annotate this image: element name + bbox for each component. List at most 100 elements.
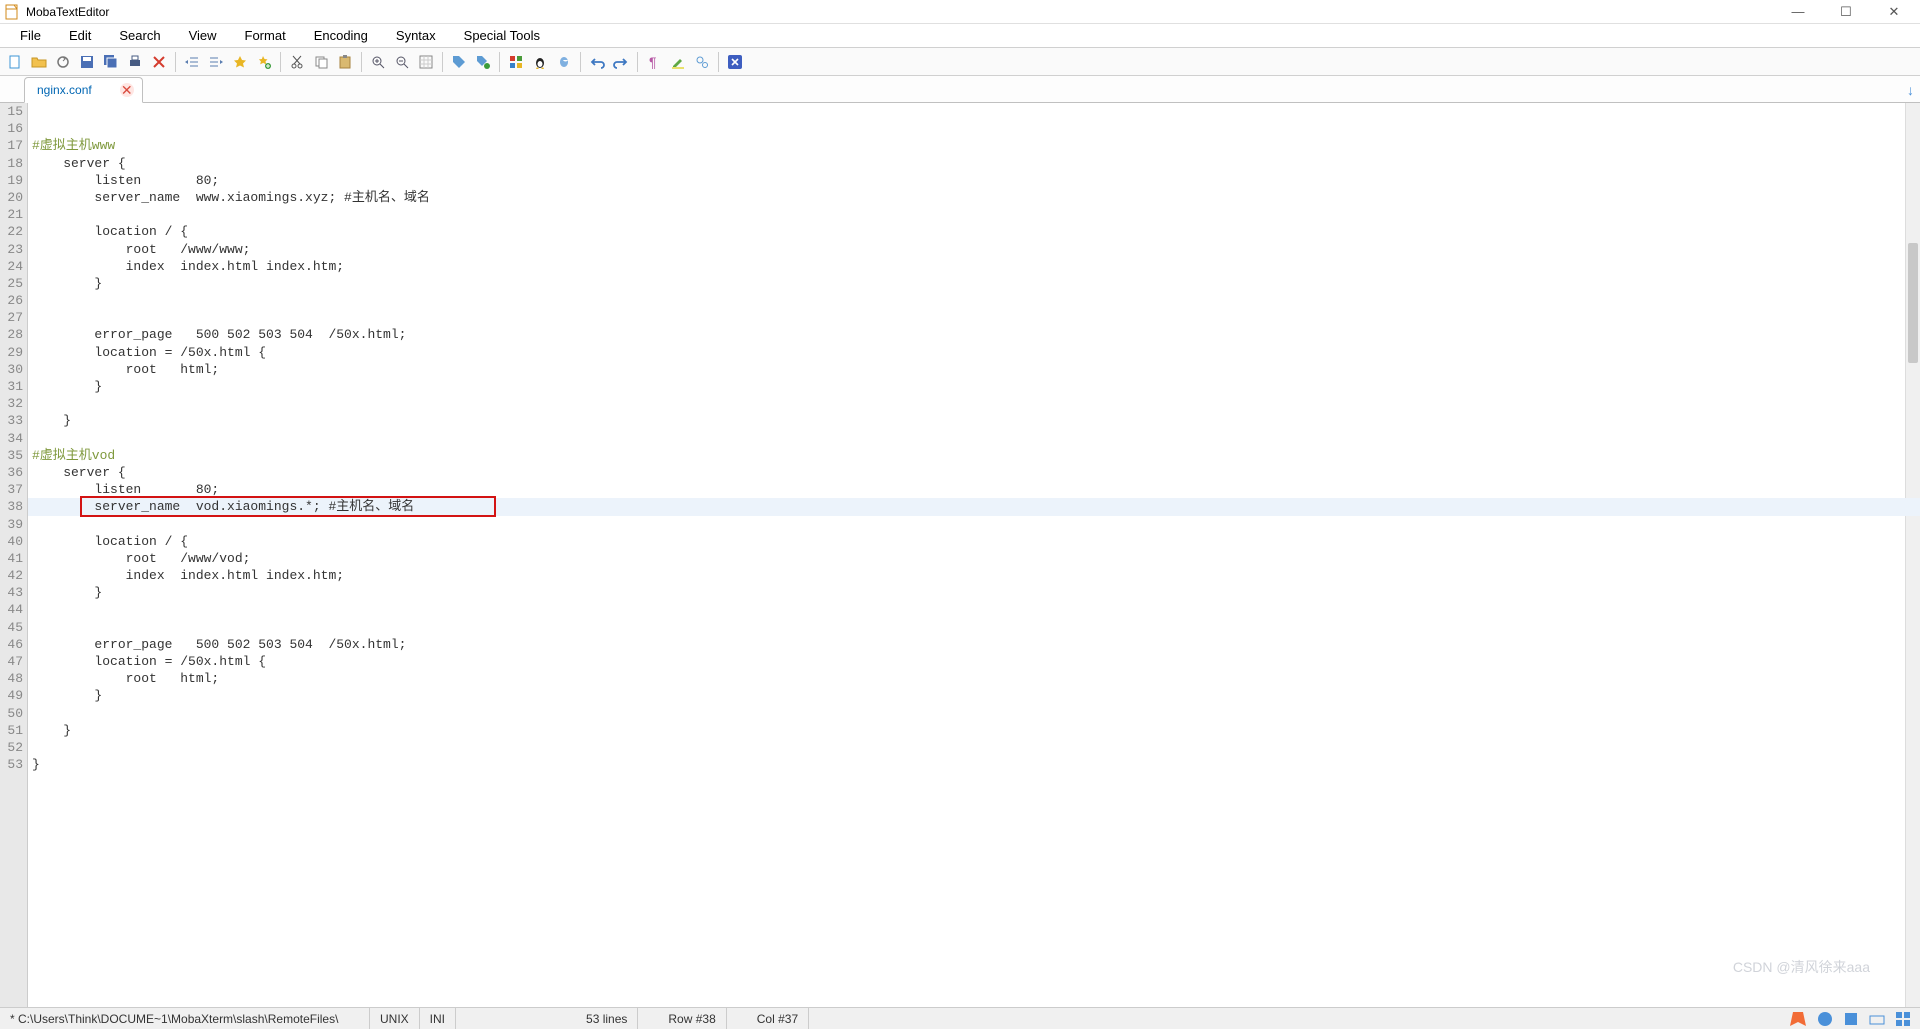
code-line[interactable]: } (28, 412, 1920, 429)
code-line[interactable]: } (28, 584, 1920, 601)
code-line[interactable]: server_name vod.xiaomings.*; #主机名、域名 (28, 498, 1920, 515)
tray-icon-4[interactable] (1868, 1010, 1886, 1028)
status-row: Row #38 (658, 1008, 726, 1029)
code-line[interactable]: location / { (28, 533, 1920, 550)
code-line[interactable]: } (28, 756, 1920, 773)
code-line[interactable] (28, 309, 1920, 326)
cut-icon[interactable] (286, 51, 308, 73)
code-line[interactable]: error_page 500 502 503 504 /50x.html; (28, 636, 1920, 653)
code-line[interactable]: listen 80; (28, 172, 1920, 189)
status-bar: * C:\Users\Think\DOCUME~1\MobaXterm\slas… (0, 1007, 1920, 1029)
tab-close-icon[interactable]: ✕ (120, 83, 134, 97)
tray-icon-1[interactable] (1790, 1010, 1808, 1028)
bookmark-icon[interactable] (229, 51, 251, 73)
line-number: 16 (0, 120, 23, 137)
new-file-icon[interactable] (4, 51, 26, 73)
highlight-icon[interactable] (667, 51, 689, 73)
save-all-icon[interactable] (100, 51, 122, 73)
print-icon[interactable] (124, 51, 146, 73)
tray-icon-3[interactable] (1842, 1010, 1860, 1028)
code-line[interactable]: #虚拟主机www (28, 137, 1920, 154)
menu-file[interactable]: File (6, 25, 55, 46)
code-line[interactable]: root html; (28, 670, 1920, 687)
tray-icon-2[interactable] (1816, 1010, 1834, 1028)
menu-search[interactable]: Search (105, 25, 174, 46)
windows-icon[interactable] (505, 51, 527, 73)
code-line[interactable] (28, 206, 1920, 223)
close-doc-icon[interactable] (148, 51, 170, 73)
code-line[interactable]: location = /50x.html { (28, 344, 1920, 361)
code-editor[interactable]: #虚拟主机www server { listen 80; server_name… (28, 103, 1920, 1007)
indent-icon[interactable] (205, 51, 227, 73)
close-app-icon[interactable] (724, 51, 746, 73)
mac-icon[interactable] (553, 51, 575, 73)
menu-encoding[interactable]: Encoding (300, 25, 382, 46)
redo-icon[interactable] (610, 51, 632, 73)
menu-edit[interactable]: Edit (55, 25, 105, 46)
paste-icon[interactable] (334, 51, 356, 73)
open-folder-icon[interactable] (28, 51, 50, 73)
save-icon[interactable] (76, 51, 98, 73)
code-line[interactable] (28, 705, 1920, 722)
code-line[interactable] (28, 120, 1920, 137)
toolbar: ¶ (0, 48, 1920, 76)
grid-icon[interactable] (415, 51, 437, 73)
close-button[interactable]: ✕ (1884, 4, 1904, 20)
tag-add-icon[interactable] (472, 51, 494, 73)
menu-syntax[interactable]: Syntax (382, 25, 450, 46)
code-line[interactable]: } (28, 687, 1920, 704)
window-controls: — ☐ ✕ (1788, 4, 1916, 20)
line-number: 46 (0, 636, 23, 653)
status-eol: UNIX (370, 1008, 420, 1029)
code-line[interactable]: } (28, 275, 1920, 292)
code-line[interactable] (28, 739, 1920, 756)
code-line[interactable]: } (28, 378, 1920, 395)
bookmark-add-icon[interactable] (253, 51, 275, 73)
linux-icon[interactable] (529, 51, 551, 73)
code-line[interactable] (28, 292, 1920, 309)
tag-icon[interactable] (448, 51, 470, 73)
code-line[interactable]: server { (28, 155, 1920, 172)
line-number: 37 (0, 481, 23, 498)
menu-special-tools[interactable]: Special Tools (450, 25, 554, 46)
code-line[interactable]: } (28, 722, 1920, 739)
copy-icon[interactable] (310, 51, 332, 73)
code-line[interactable]: listen 80; (28, 481, 1920, 498)
code-line[interactable]: root /www/vod; (28, 550, 1920, 567)
menu-view[interactable]: View (175, 25, 231, 46)
minimize-button[interactable]: — (1788, 4, 1808, 20)
zoom-in-icon[interactable] (367, 51, 389, 73)
code-line[interactable]: index index.html index.htm; (28, 258, 1920, 275)
code-line[interactable] (28, 430, 1920, 447)
code-line[interactable]: index index.html index.htm; (28, 567, 1920, 584)
tab-bar: nginx.conf ✕ ↓ (0, 76, 1920, 103)
tabs-dropdown-icon[interactable]: ↓ (1907, 82, 1914, 102)
code-line[interactable]: location = /50x.html { (28, 653, 1920, 670)
settings-icon[interactable] (691, 51, 713, 73)
code-line[interactable] (28, 395, 1920, 412)
code-line[interactable]: error_page 500 502 503 504 /50x.html; (28, 326, 1920, 343)
undo-icon[interactable] (586, 51, 608, 73)
outdent-icon[interactable] (181, 51, 203, 73)
tray-icon-5[interactable] (1894, 1010, 1912, 1028)
code-line[interactable]: location / { (28, 223, 1920, 240)
code-line[interactable] (28, 516, 1920, 533)
line-number: 27 (0, 309, 23, 326)
code-line[interactable]: root html; (28, 361, 1920, 378)
separator (580, 52, 581, 72)
menu-format[interactable]: Format (231, 25, 300, 46)
code-line[interactable] (28, 103, 1920, 120)
code-line[interactable]: root /www/www; (28, 241, 1920, 258)
zoom-out-icon[interactable] (391, 51, 413, 73)
tab-nginx-conf[interactable]: nginx.conf ✕ (24, 77, 143, 103)
line-number: 25 (0, 275, 23, 292)
line-number: 15 (0, 103, 23, 120)
code-line[interactable]: #虚拟主机vod (28, 447, 1920, 464)
code-line[interactable] (28, 619, 1920, 636)
code-line[interactable]: server { (28, 464, 1920, 481)
reload-icon[interactable] (52, 51, 74, 73)
maximize-button[interactable]: ☐ (1836, 4, 1856, 20)
pilcrow-icon[interactable]: ¶ (643, 51, 665, 73)
code-line[interactable]: server_name www.xiaomings.xyz; #主机名、域名 (28, 189, 1920, 206)
code-line[interactable] (28, 601, 1920, 618)
